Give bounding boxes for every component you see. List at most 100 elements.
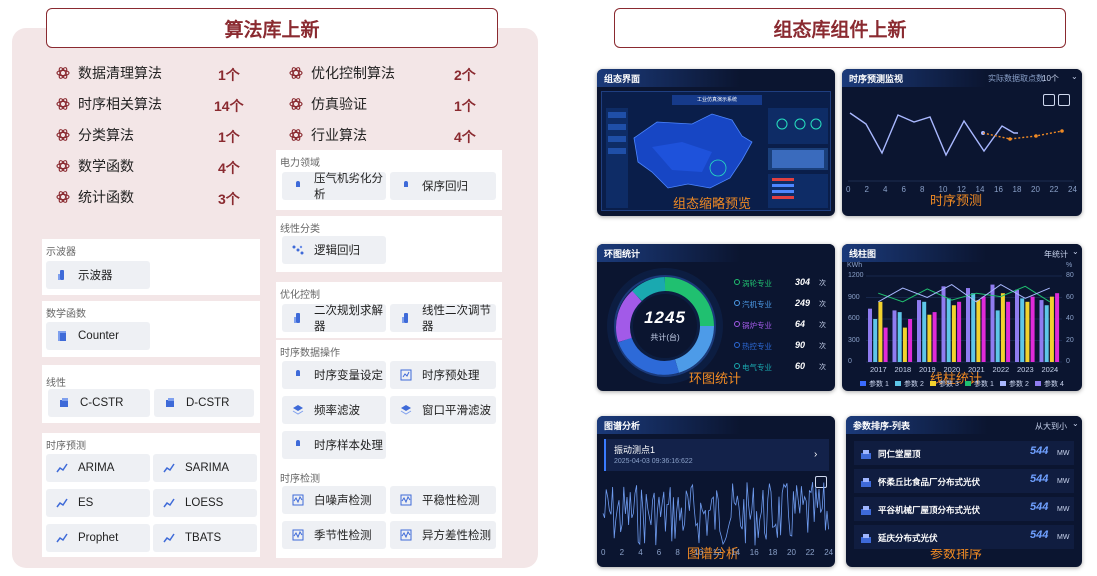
ranking-unit: MW xyxy=(1057,478,1070,485)
ranking-name: 延庆分布式光伏 xyxy=(878,533,938,543)
chip-logistic[interactable]: 逻辑回归 xyxy=(282,236,386,264)
chip-ts-pre[interactable]: 时序预处理 xyxy=(390,361,496,389)
chip-ts-var[interactable]: 时序变量设定 xyxy=(282,361,386,389)
panel-ts-forecast[interactable]: 时序预测监视 实际数据取点数 10个 ⌄ 时序预测 0 2 4 6 8 10 12 14 16 1… xyxy=(842,69,1082,216)
legend-swatch xyxy=(860,381,866,386)
card-power: 电力领域 压气机劣化分析 保序回归 xyxy=(276,150,502,210)
stat-count: 1个 xyxy=(218,129,240,145)
ranking-name: 平谷机械厂屋顶分布式光伏 xyxy=(878,505,981,515)
ranking-unit: MW xyxy=(1057,506,1070,513)
stat-count: 14个 xyxy=(214,98,244,114)
x-tick-label: 8 xyxy=(675,548,680,557)
stat-label: 分类算法 xyxy=(78,127,134,143)
chip-window-filter[interactable]: 窗口平滑滤波 xyxy=(390,396,496,424)
chip-heteroscedasticity[interactable]: 异方差性检测 xyxy=(390,521,496,549)
chevron-down-icon[interactable]: ⌄ xyxy=(1072,419,1079,428)
trend-icon xyxy=(163,497,175,509)
card-math: 数学函数 Counter xyxy=(42,301,260,357)
legend-name: 参数 4 xyxy=(1044,381,1064,388)
atom-icon xyxy=(56,159,70,173)
legend-value: 90 xyxy=(795,340,806,350)
x-tick-label: 16 xyxy=(994,185,1003,194)
x-tick-label: 14 xyxy=(731,548,741,557)
card-oscilloscope: 示波器 示波器 xyxy=(42,239,260,295)
chip-ts-sample[interactable]: 时序样本处理 xyxy=(282,431,386,459)
ranking-row[interactable]: 平谷机械厂屋顶分布式光伏 544 MW xyxy=(854,497,1074,521)
chip-label: 频率滤波 xyxy=(314,405,360,417)
chip-compressor[interactable]: 压气机劣化分析 xyxy=(282,172,386,201)
bar xyxy=(957,301,962,362)
legend-name: 参数 2 xyxy=(1009,381,1029,388)
bottle-icon xyxy=(400,312,412,324)
y-left-tick: 600 xyxy=(848,315,860,322)
ranking-value: 544 xyxy=(1030,529,1049,541)
ranking-row[interactable]: 怀柔丘比食品厂分布式光伏 544 MW xyxy=(854,469,1074,493)
trend-icon xyxy=(163,462,175,474)
chip-label: 窗口平滑滤波 xyxy=(422,405,491,417)
panel-donut-stats[interactable]: 环图统计 1245 共计(台) 环图统计 涡轮专业 304 次汽机专业 249 次锅炉专… xyxy=(597,244,835,391)
chip-freq-filter[interactable]: 频率滤波 xyxy=(282,396,386,424)
wave-icon xyxy=(292,529,304,541)
atom-icon xyxy=(56,66,70,80)
ranking-row[interactable]: 同仁堂屋顶 544 MW xyxy=(854,441,1074,465)
chip-seasonality[interactable]: 季节性检测 xyxy=(282,521,386,549)
sort-select[interactable]: 从大到小 xyxy=(1035,421,1067,432)
station-icon xyxy=(860,531,872,543)
bar xyxy=(1000,293,1005,362)
panel-param-ranking[interactable]: 参数排序-列表 从大到小 ⌄ 参数排序 同仁堂屋顶 544 MW 怀柔丘比食品厂分布式… xyxy=(846,416,1082,567)
chip-counter[interactable]: Counter xyxy=(46,322,150,350)
algorithm-icon xyxy=(400,180,412,192)
section-title: 时序检测 xyxy=(280,474,320,485)
chip-es[interactable]: ES xyxy=(46,489,150,517)
ranking-value: 544 xyxy=(1030,445,1049,457)
bar xyxy=(1025,301,1030,362)
bar xyxy=(1044,305,1049,362)
panel-title: 参数排序-列表 xyxy=(853,421,910,431)
chip-label: 季节性检测 xyxy=(314,530,372,542)
atom-icon xyxy=(289,128,303,142)
chip-oscilloscope[interactable]: 示波器 xyxy=(46,261,150,289)
chip-qp-solver[interactable]: 二次规划求解器 xyxy=(282,304,386,333)
chip-sarima[interactable]: SARIMA xyxy=(153,454,257,482)
ranking-value: 544 xyxy=(1030,501,1049,513)
bar xyxy=(927,314,932,362)
stat-row: 数学函数 4个 xyxy=(56,157,256,176)
chip-loess[interactable]: LOESS xyxy=(153,489,257,517)
bar xyxy=(995,310,1000,362)
stat-count: 4个 xyxy=(218,160,240,176)
panel-title: 组态界面 xyxy=(604,74,641,84)
chip-d-cstr[interactable]: D-CSTR xyxy=(154,389,254,417)
stat-count: 1个 xyxy=(454,98,476,114)
scatter-icon xyxy=(292,244,304,256)
chip-arima[interactable]: ARIMA xyxy=(46,454,150,482)
stat-label: 优化控制算法 xyxy=(311,65,395,81)
ranking-row[interactable]: 延庆分布式光伏 544 MW xyxy=(854,525,1074,549)
legend-value: 304 xyxy=(795,277,811,287)
legend-swatch xyxy=(1035,381,1041,386)
panel-spectrum[interactable]: 图谱分析 振动测点1 2025-04-03 09:36:16:622 › 图谱分… xyxy=(597,416,835,567)
station-icon xyxy=(860,503,872,515)
panel-config-view[interactable]: 组态界面 工业仿真演示系统 组态缩略预览 xyxy=(597,69,835,216)
y-right-tick: 40 xyxy=(1066,315,1074,322)
chip-label: 压气机劣化分析 xyxy=(314,173,383,201)
panel-line-bar[interactable]: 线柱图 年统计 ⌄ KWh % 线柱统计 1200 900 600 300 0 80 60 4… xyxy=(842,244,1082,391)
x-tick-label: 2019 xyxy=(919,365,936,374)
chip-stationarity[interactable]: 平稳性检测 xyxy=(390,486,496,514)
chip-isotonic[interactable]: 保序回归 xyxy=(390,172,496,200)
x-tick-label: 20 xyxy=(1031,185,1040,194)
chip-tbats[interactable]: TBATS xyxy=(153,524,257,552)
bar xyxy=(1039,300,1044,362)
chip-c-cstr[interactable]: C-CSTR xyxy=(48,389,150,417)
chip-lqr[interactable]: 线性二次调节器 xyxy=(390,304,496,333)
y-right-tick: 0 xyxy=(1066,358,1070,365)
stat-count: 3个 xyxy=(218,191,240,207)
chip-white-noise[interactable]: 白噪声检测 xyxy=(282,486,386,514)
legend-name: 涡轮专业 xyxy=(742,279,772,288)
chip-prophet[interactable]: Prophet xyxy=(46,524,150,552)
chip-label: 线性二次调节器 xyxy=(422,305,491,333)
bar xyxy=(932,312,937,362)
chip-label: ARIMA xyxy=(78,462,115,474)
card-title: 数学函数 xyxy=(46,309,86,320)
legend-swatch xyxy=(1000,381,1006,386)
stat-label: 统计函数 xyxy=(78,189,134,205)
